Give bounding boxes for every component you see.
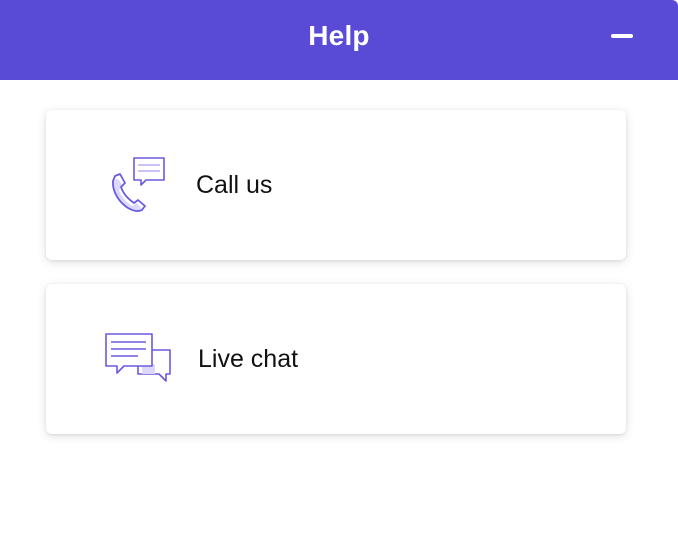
call-us-label: Call us — [196, 171, 273, 199]
live-chat-label: Live chat — [198, 345, 299, 373]
phone-chat-icon — [112, 157, 165, 212]
minimize-button[interactable] — [600, 20, 644, 52]
live-chat-option[interactable]: Live chat — [46, 284, 626, 434]
header-title: Help — [308, 20, 370, 51]
help-header: Help — [0, 0, 678, 80]
minimize-icon — [611, 34, 633, 38]
call-us-option[interactable]: Call us — [46, 110, 626, 260]
help-widget: Help Call us Live chat — [0, 0, 678, 542]
chat-bubbles-icon — [105, 333, 171, 382]
